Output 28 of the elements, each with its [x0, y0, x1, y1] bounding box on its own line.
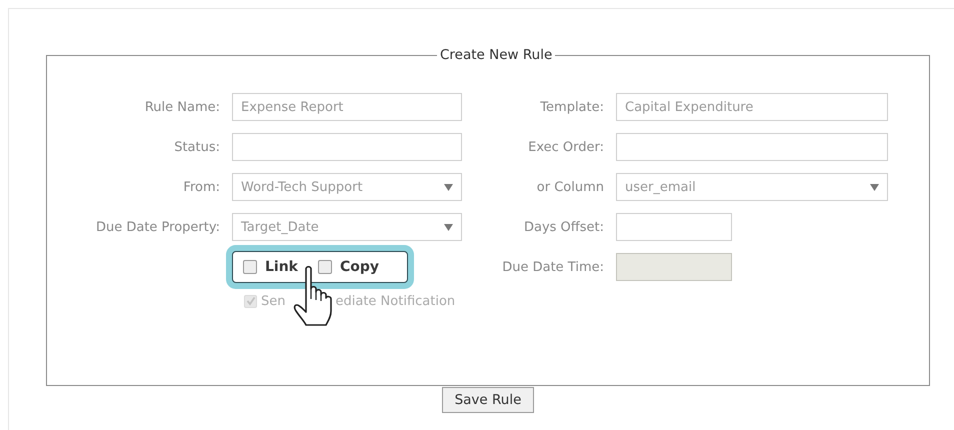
input-field[interactable]: [616, 213, 732, 241]
caret-icon: [870, 184, 879, 191]
checkbox-option[interactable]: Copy: [318, 259, 380, 275]
save-rule-button[interactable]: Save Rule: [442, 387, 534, 413]
caret-icon: [444, 184, 453, 191]
form-legend: Create New Rule: [437, 47, 556, 63]
field-label: Exec Order:: [527, 140, 604, 154]
input-field[interactable]: [232, 133, 462, 161]
field-label: Template:: [539, 100, 604, 114]
field-label: Days Offset:: [522, 220, 604, 234]
field-label: Due Date Time:: [501, 260, 604, 274]
checkbox-label: ediate Notification: [336, 294, 456, 308]
dropdown-field[interactable]: Target_Date: [232, 213, 462, 241]
field-label: or Column: [536, 180, 604, 194]
input-field[interactable]: Capital Expenditure: [616, 93, 888, 121]
input-field[interactable]: Expense Report: [232, 93, 462, 121]
checkbox[interactable]: [318, 260, 332, 274]
dropdown-field[interactable]: user_email: [616, 173, 888, 201]
field-label: Due Date Property:: [94, 220, 220, 234]
field-label: Rule Name:: [144, 100, 220, 114]
dropdown-field[interactable]: Word-Tech Support: [232, 173, 462, 201]
field-label: Status:: [173, 140, 220, 154]
field-label: From:: [182, 180, 220, 194]
checkbox-label: Sen: [261, 294, 286, 308]
input-field[interactable]: [616, 133, 888, 161]
caret-icon: [444, 224, 453, 231]
checkbox[interactable]: [243, 260, 257, 274]
checkbox-option[interactable]: Link: [243, 259, 298, 275]
